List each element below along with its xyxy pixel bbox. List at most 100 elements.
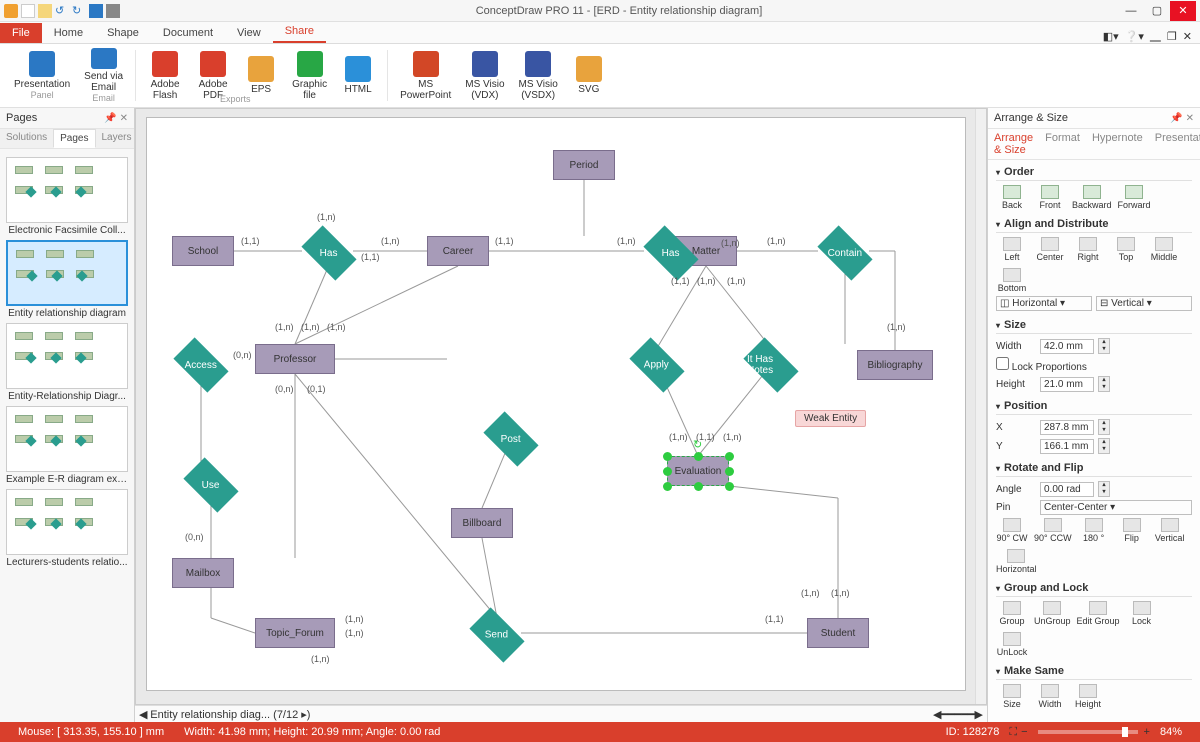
ribbon-btn-send-via-email[interactable]: Send viaEmailEmail xyxy=(78,46,129,105)
selection-handle[interactable] xyxy=(725,467,734,476)
btn-right[interactable]: Right xyxy=(1072,237,1104,262)
page-thumb[interactable]: Example E-R diagram ext... xyxy=(6,406,128,485)
entity-professor[interactable]: Professor xyxy=(255,344,335,374)
min-inner-icon[interactable]: ⎽ xyxy=(1150,30,1161,43)
distribute-vertical[interactable]: ⊟ Vertical ▾ xyxy=(1096,296,1192,311)
ribbon-btn-presentation[interactable]: PresentationPanel xyxy=(8,46,76,105)
lock-proportions-checkbox[interactable] xyxy=(996,357,1009,370)
btn-180-[interactable]: 180 ° xyxy=(1078,518,1110,543)
help-icon[interactable]: ❔▾ xyxy=(1125,30,1144,43)
selection-handle[interactable] xyxy=(725,452,734,461)
left-tab-pages[interactable]: Pages xyxy=(53,129,95,148)
close-inner-icon[interactable]: ✕ xyxy=(1183,30,1192,43)
rtab-arrange[interactable]: Arrange & Size xyxy=(988,129,1039,159)
style-icon[interactable]: ◧▾ xyxy=(1103,30,1119,43)
entity-period[interactable]: Period xyxy=(553,150,615,180)
tab-view[interactable]: View xyxy=(225,23,273,43)
height-up[interactable]: ▴ xyxy=(1099,377,1109,384)
width-input[interactable] xyxy=(1040,339,1094,354)
sheet-tab[interactable]: Entity relationship diag... (7/12 ▸) xyxy=(150,708,310,721)
btn-forward[interactable]: Forward xyxy=(1118,185,1151,210)
drawing-canvas[interactable]: PeriodSchoolCareerMatterProfessorBibliog… xyxy=(146,117,966,691)
height-input[interactable] xyxy=(1040,377,1094,392)
angle-up[interactable]: ▴ xyxy=(1099,482,1109,489)
btn-bottom[interactable]: Bottom xyxy=(996,268,1028,293)
scroll-h[interactable]: ◀━━━━━▶ xyxy=(933,708,983,721)
page-thumb[interactable]: Lecturers-students relatio... xyxy=(6,489,128,568)
btn-group[interactable]: Group xyxy=(996,601,1028,626)
maximize-button[interactable]: ▢ xyxy=(1144,1,1170,21)
pin-icon[interactable]: 📌 ✕ xyxy=(104,113,128,124)
btn-left[interactable]: Left xyxy=(996,237,1028,262)
ribbon-btn-graphic-file[interactable]: Graphicfile xyxy=(286,46,333,105)
entity-bibliography[interactable]: Bibliography xyxy=(857,350,933,380)
btn-center[interactable]: Center xyxy=(1034,237,1066,262)
selection-handle[interactable] xyxy=(694,452,703,461)
tab-home[interactable]: Home xyxy=(42,23,95,43)
relation-contain[interactable]: Contain xyxy=(817,225,872,280)
pos-y-down[interactable]: ▾ xyxy=(1099,446,1109,453)
entity-topic[interactable]: Topic_Forum xyxy=(255,618,335,648)
zoom-in-icon[interactable]: + xyxy=(1144,726,1150,738)
btn-horizontal[interactable]: Horizontal xyxy=(996,549,1037,574)
entity-career[interactable]: Career xyxy=(427,236,489,266)
prev-sheet-icon[interactable]: ◀ xyxy=(139,708,147,721)
section-order[interactable]: Order xyxy=(996,164,1192,181)
selection-handle[interactable] xyxy=(663,467,672,476)
zoom-out-icon[interactable]: − xyxy=(1021,726,1027,738)
btn-edit-group[interactable]: Edit Group xyxy=(1077,601,1120,626)
relation-has2[interactable]: Has xyxy=(643,225,698,280)
entity-student[interactable]: Student xyxy=(807,618,869,648)
save-icon[interactable] xyxy=(89,4,103,18)
zoom-slider[interactable] xyxy=(1038,730,1138,734)
angle-input[interactable] xyxy=(1040,482,1094,497)
scrollbar-vertical[interactable] xyxy=(975,109,986,704)
restore-inner-icon[interactable]: ❐ xyxy=(1167,30,1177,43)
btn-unlock[interactable]: UnLock xyxy=(996,632,1028,657)
pos-y-input[interactable] xyxy=(1040,439,1094,454)
entity-billboard[interactable]: Billboard xyxy=(451,508,513,538)
ribbon-btn-html[interactable]: HTML xyxy=(335,46,381,105)
rtab-hypernote[interactable]: Hypernote xyxy=(1086,129,1149,159)
ribbon-btn-adobe-flash[interactable]: AdobeFlash xyxy=(142,46,188,105)
section-position[interactable]: Position xyxy=(996,398,1192,415)
zoom-fit-icon[interactable]: ⛶ xyxy=(1009,726,1017,739)
pos-y-up[interactable]: ▴ xyxy=(1099,439,1109,446)
entity-mailbox[interactable]: Mailbox xyxy=(172,558,234,588)
ribbon-btn-ms-visio-vdx-[interactable]: MS Visio(VDX) xyxy=(459,46,510,105)
btn-width[interactable]: Width xyxy=(1034,684,1066,709)
relation-send[interactable]: Send xyxy=(469,607,524,662)
angle-down[interactable]: ▾ xyxy=(1099,489,1109,496)
height-down[interactable]: ▾ xyxy=(1099,384,1109,391)
print-icon[interactable] xyxy=(106,4,120,18)
selection-handle[interactable] xyxy=(663,452,672,461)
relation-access[interactable]: Access xyxy=(173,337,228,392)
selection-handle[interactable] xyxy=(663,482,672,491)
open-icon[interactable] xyxy=(38,4,52,18)
entity-school[interactable]: School xyxy=(172,236,234,266)
tab-file[interactable]: File xyxy=(0,23,42,43)
relation-has1[interactable]: Has xyxy=(301,225,356,280)
width-down[interactable]: ▾ xyxy=(1099,346,1109,353)
section-size[interactable]: Size xyxy=(996,317,1192,334)
ribbon-btn-ms-powerpoint[interactable]: MSPowerPoint xyxy=(394,46,457,105)
btn-90-ccw[interactable]: 90° CCW xyxy=(1034,518,1072,543)
new-icon[interactable] xyxy=(21,4,35,18)
left-tab-solutions[interactable]: Solutions xyxy=(0,129,53,148)
close-button[interactable]: ✕ xyxy=(1170,1,1196,21)
section-rotate-and-flip[interactable]: Rotate and Flip xyxy=(996,460,1192,477)
selection-handle[interactable] xyxy=(725,482,734,491)
btn-ungroup[interactable]: UnGroup xyxy=(1034,601,1071,626)
page-thumb[interactable]: Entity relationship diagram xyxy=(6,240,128,319)
pos-x-up[interactable]: ▴ xyxy=(1099,420,1109,427)
redo-icon[interactable]: ↻ xyxy=(72,4,86,18)
btn-middle[interactable]: Middle xyxy=(1148,237,1180,262)
relation-use[interactable]: Use xyxy=(183,457,238,512)
btn-size[interactable]: Size xyxy=(996,684,1028,709)
relation-itnotes[interactable]: It Has Notes xyxy=(743,337,798,392)
rtab-presentation[interactable]: Presentation xyxy=(1149,129,1200,159)
btn-90-cw[interactable]: 90° CW xyxy=(996,518,1028,543)
selection-handle[interactable] xyxy=(694,482,703,491)
btn-backward[interactable]: Backward xyxy=(1072,185,1112,210)
page-thumb[interactable]: Electronic Facsimile Coll... xyxy=(6,157,128,236)
